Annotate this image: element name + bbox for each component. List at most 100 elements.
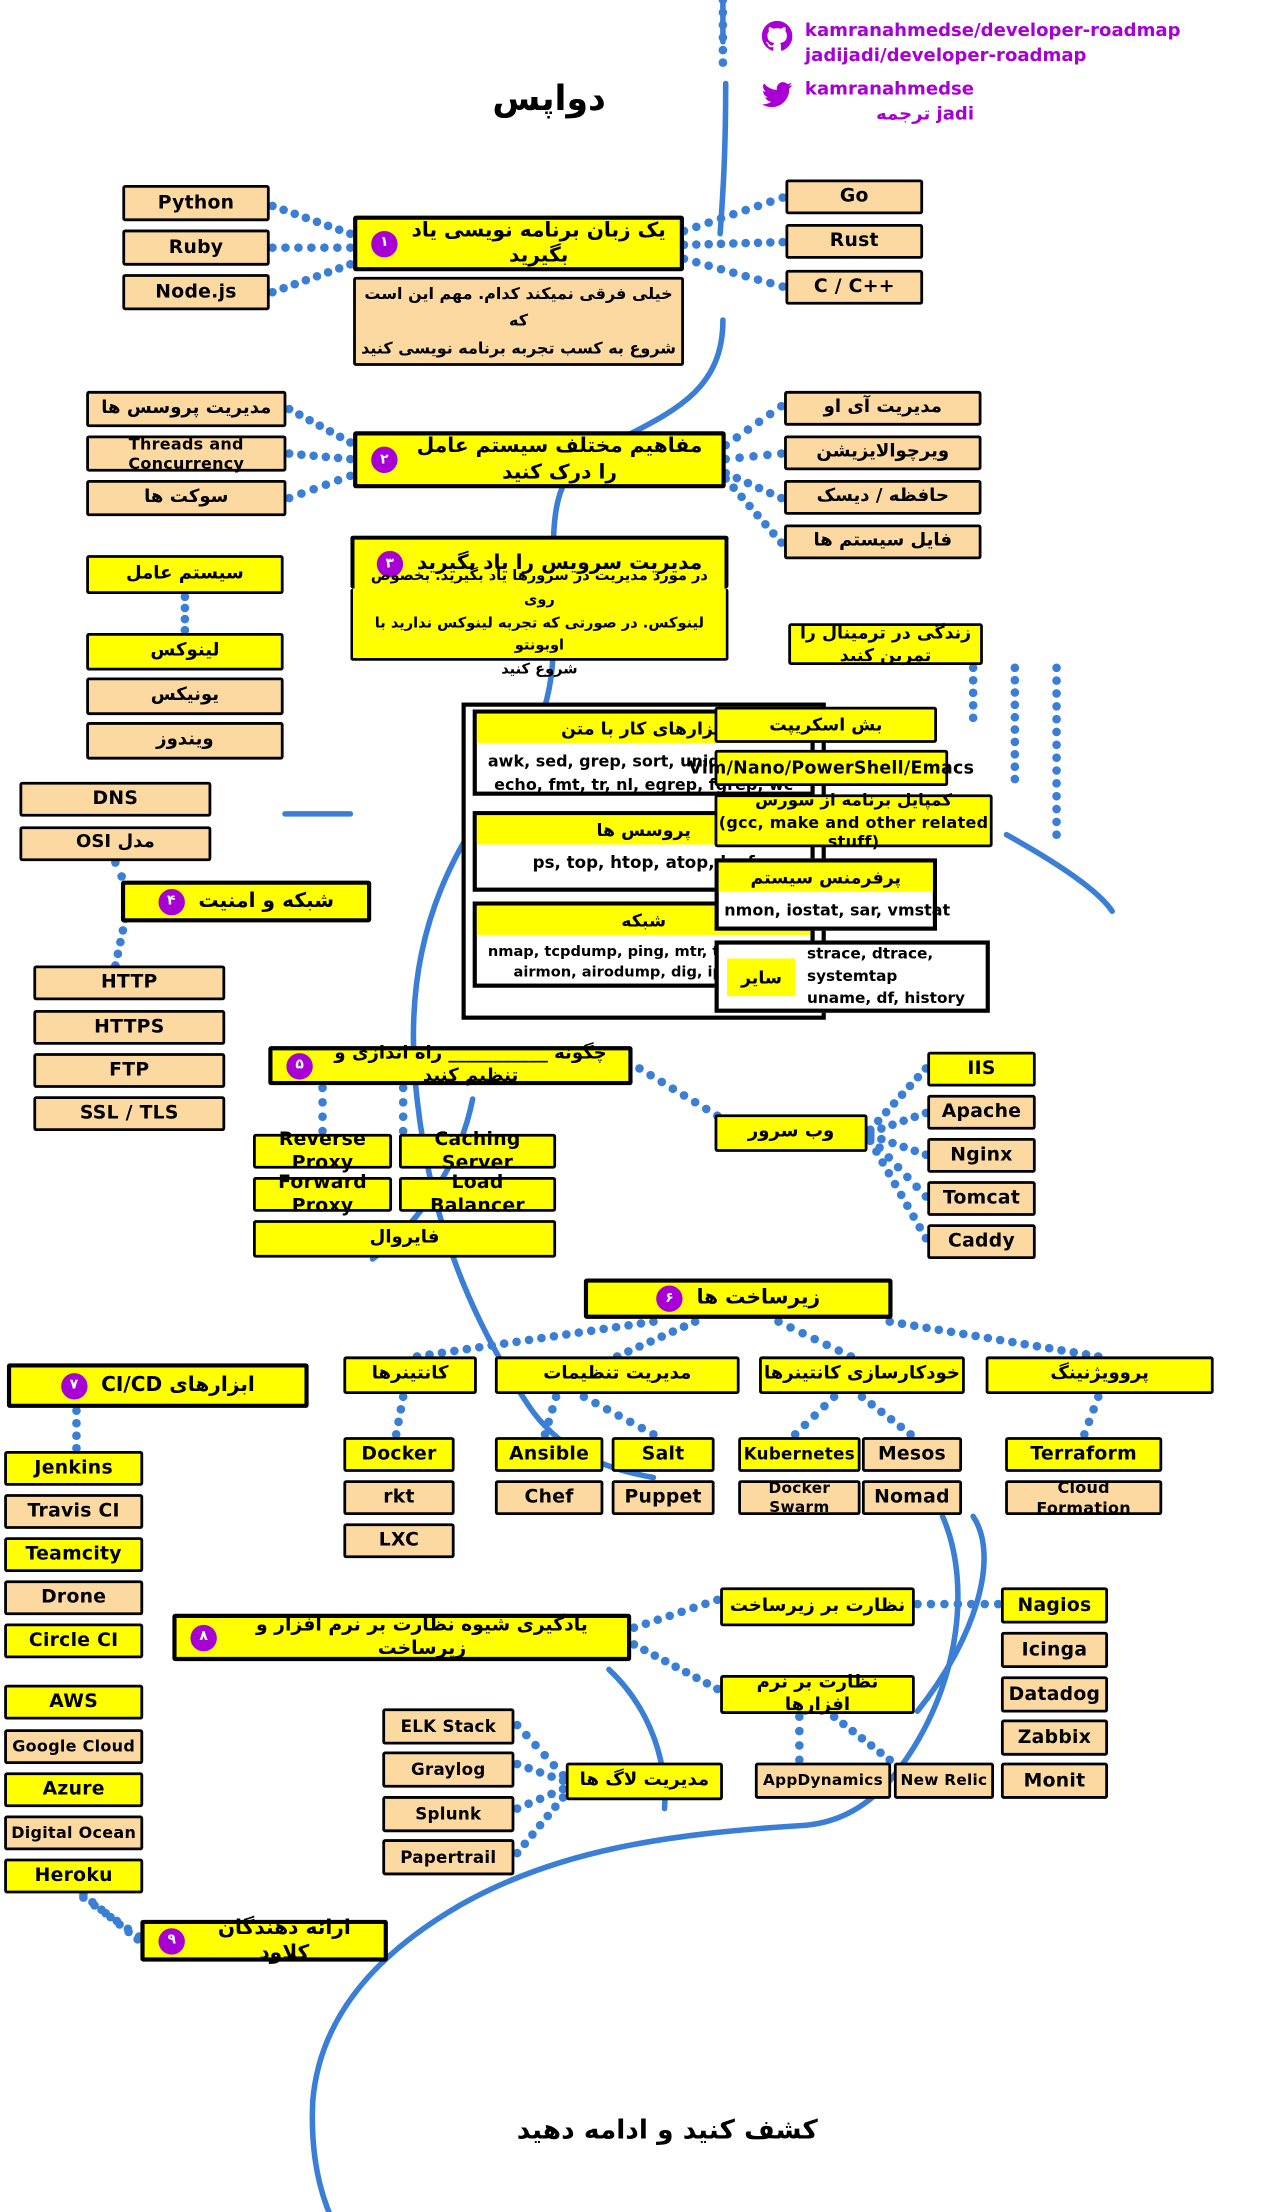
os-threads-concurrency[interactable]: Threads and Concurrency: [86, 434, 287, 473]
terminal-practice-header[interactable]: زندگی در ترمینال را تمرین کنید: [788, 622, 983, 665]
os-io-mgmt[interactable]: مدیریت آی او: [784, 390, 982, 426]
infra-terraform[interactable]: Terraform: [1005, 1437, 1163, 1472]
cicd-jenkins[interactable]: Jenkins: [4, 1451, 144, 1486]
infra-rkt[interactable]: rkt: [343, 1480, 455, 1516]
twitter-handle-1: kamranahmedse: [804, 79, 975, 101]
section-5-header[interactable]: چگونه ___________ راه اندازی و تنظیم کنی…: [268, 1043, 633, 1087]
cloud-azure[interactable]: Azure: [4, 1772, 144, 1808]
infra-col-orchestration-title[interactable]: خودکارسازی کانتینرها: [759, 1356, 965, 1394]
cicd-drone[interactable]: Drone: [4, 1580, 144, 1616]
infra-mesos-label: Mesos: [877, 1442, 946, 1466]
cloud-digitalocean[interactable]: Digital Ocean: [4, 1815, 144, 1851]
svc-unix[interactable]: یونیکس: [86, 677, 284, 716]
lang-rust[interactable]: Rust: [785, 223, 924, 259]
cloud-google[interactable]: Google Cloud: [4, 1729, 144, 1765]
section-2-header[interactable]: مفاهیم مختلف سیستم عامل را درک کنید ۲: [353, 431, 726, 489]
net-osi-label: مدل OSI: [76, 832, 155, 854]
webserver-caddy[interactable]: Caddy: [927, 1224, 1036, 1260]
lang-c-cpp[interactable]: C / C++: [785, 269, 924, 305]
infra-monitoring-header[interactable]: نظارت بر زیرساخت: [720, 1587, 915, 1627]
monitor-zabbix[interactable]: Zabbix: [1000, 1719, 1109, 1756]
infra-cloud-formation[interactable]: Cloud Formation: [1005, 1478, 1163, 1517]
svc-os[interactable]: سیستم عامل: [86, 555, 284, 595]
section-9-label: ارائه دهندگان کلاود: [217, 1916, 351, 1965]
infra-nomad[interactable]: Nomad: [861, 1480, 963, 1516]
section-7-header[interactable]: ابزارهای CI/CD ۷: [6, 1363, 309, 1408]
monitor-nagios[interactable]: Nagios: [1000, 1587, 1109, 1624]
monitor-monit[interactable]: Monit: [1000, 1762, 1109, 1799]
load-balancer[interactable]: Load Balancer: [398, 1171, 557, 1217]
log-graylog[interactable]: Graylog: [382, 1751, 515, 1788]
section-6-header[interactable]: زیرساخت ها ۶: [583, 1278, 893, 1319]
cloud-aws[interactable]: AWS: [4, 1684, 144, 1720]
net-dns[interactable]: DNS: [19, 781, 212, 817]
infra-mesos[interactable]: Mesos: [861, 1437, 963, 1472]
infra-puppet[interactable]: Puppet: [611, 1480, 715, 1516]
terminal-editors[interactable]: Vim/Nano/PowerShell/Emacs: [688, 749, 974, 787]
log-splunk[interactable]: Splunk: [382, 1796, 515, 1833]
credit-github[interactable]: kamranahmedse/developer-roadmap jadijadi…: [761, 19, 1181, 68]
monitor-icinga[interactable]: Icinga: [1000, 1631, 1109, 1669]
os-sockets[interactable]: سوکت ها: [86, 479, 287, 517]
infra-chef[interactable]: Chef: [494, 1480, 604, 1516]
section-4-header[interactable]: شبکه و امنیت ۴: [120, 880, 372, 923]
terminal-compile-source[interactable]: کمپایل برنامه از سورس (gcc, make and oth…: [714, 790, 993, 851]
net-http[interactable]: HTTP: [33, 965, 226, 1001]
apm-appdynamics[interactable]: AppDynamics: [754, 1762, 892, 1799]
os-virtualization[interactable]: ویرچوالایزیشن: [784, 435, 982, 471]
log-papertrail[interactable]: Papertrail: [382, 1839, 515, 1876]
log-management-header[interactable]: مدیریت لاگ ها: [565, 1762, 723, 1801]
monitor-datadog[interactable]: Datadog: [1000, 1676, 1109, 1713]
section-9-header[interactable]: ارائه دهندگان کلاود ۹: [140, 1917, 388, 1964]
log-elk-stack[interactable]: ELK Stack: [382, 1708, 515, 1745]
cicd-drone-label: Drone: [41, 1586, 107, 1609]
webserver-apache[interactable]: Apache: [927, 1094, 1036, 1130]
infra-lxc[interactable]: LXC: [343, 1523, 455, 1559]
net-ssl-tls[interactable]: SSL / TLS: [33, 1096, 226, 1132]
section-3-note: در مورد مدیریت در سرورها یاد بگیرید. بخص…: [350, 568, 729, 678]
net-osi-model[interactable]: مدل OSI: [19, 826, 212, 862]
apm-newrelic[interactable]: New Relic: [893, 1762, 995, 1799]
svc-windows[interactable]: ویندوز: [86, 722, 284, 760]
infra-col-containers-title[interactable]: کانتینرها: [343, 1356, 477, 1394]
firewall[interactable]: فایروال: [253, 1220, 557, 1258]
proxy-forward[interactable]: Forward Proxy: [253, 1171, 393, 1217]
web-server-header[interactable]: وب سرور: [714, 1114, 868, 1152]
webserver-nginx[interactable]: Nginx: [927, 1137, 1036, 1173]
webserver-iis[interactable]: IIS: [927, 1051, 1036, 1087]
infra-salt[interactable]: Salt: [611, 1437, 715, 1472]
infra-col-provisioning-title[interactable]: پروویژنینگ: [985, 1356, 1214, 1394]
credit-twitter[interactable]: kamranahmedse jadi ترجمه: [761, 78, 1181, 127]
svc-linux[interactable]: لینوکس: [86, 632, 284, 671]
lang-python[interactable]: Python: [122, 185, 270, 222]
cicd-circleci[interactable]: Circle CI: [4, 1623, 144, 1659]
infra-docker[interactable]: Docker: [343, 1437, 455, 1472]
section-8-header[interactable]: یادگیری شیوه نظارت بر نرم افزار و زیرساخ…: [172, 1613, 632, 1662]
cicd-teamcity[interactable]: Teamcity: [4, 1537, 144, 1573]
infra-kubernetes[interactable]: Kubernetes: [738, 1437, 861, 1472]
section-1-header[interactable]: یک زبان برنامه نویسی یاد بگیرید ۱: [353, 215, 684, 272]
terminal-bash-script[interactable]: بش اسکریپت: [714, 706, 938, 743]
proxy-reverse[interactable]: Reverse Proxy: [253, 1128, 393, 1173]
cloud-heroku[interactable]: Heroku: [4, 1858, 144, 1894]
lang-ruby[interactable]: Ruby: [122, 229, 270, 266]
lang-nodejs[interactable]: Node.js: [122, 274, 270, 311]
os-filesystems[interactable]: فایل سیستم ها: [784, 524, 982, 560]
infra-provisioning-title-label: پروویژنینگ: [1050, 1363, 1149, 1385]
net-https[interactable]: HTTPS: [33, 1010, 226, 1045]
infra-docker-swarm[interactable]: Docker Swarm: [738, 1478, 861, 1516]
caching-server[interactable]: Caching Server: [398, 1128, 557, 1173]
app-monitoring-header[interactable]: نظارت بر نرم افزارها: [720, 1671, 915, 1716]
cicd-travis[interactable]: Travis CI: [4, 1494, 144, 1529]
infra-col-config-title[interactable]: مدیریت تنظیمات: [494, 1356, 740, 1394]
cicd-teamcity-label: Teamcity: [25, 1542, 122, 1566]
infra-ansible[interactable]: Ansible: [494, 1437, 604, 1472]
load-balancer-label: Load Balancer: [430, 1170, 525, 1217]
section-3-note-line-2: لینوکس. در صورتی که تجربه لینوکس ندارید …: [374, 614, 705, 655]
net-ftp[interactable]: FTP: [33, 1053, 226, 1088]
webserver-tomcat[interactable]: Tomcat: [927, 1181, 1036, 1216]
os-process-mgmt[interactable]: مدیریت پروسس ها: [86, 390, 287, 428]
lang-go[interactable]: Go: [785, 179, 924, 215]
os-memory-disk[interactable]: حافظه / دیسک: [784, 479, 982, 515]
app-monitoring-label: نظارت بر نرم افزارها: [756, 1671, 879, 1716]
